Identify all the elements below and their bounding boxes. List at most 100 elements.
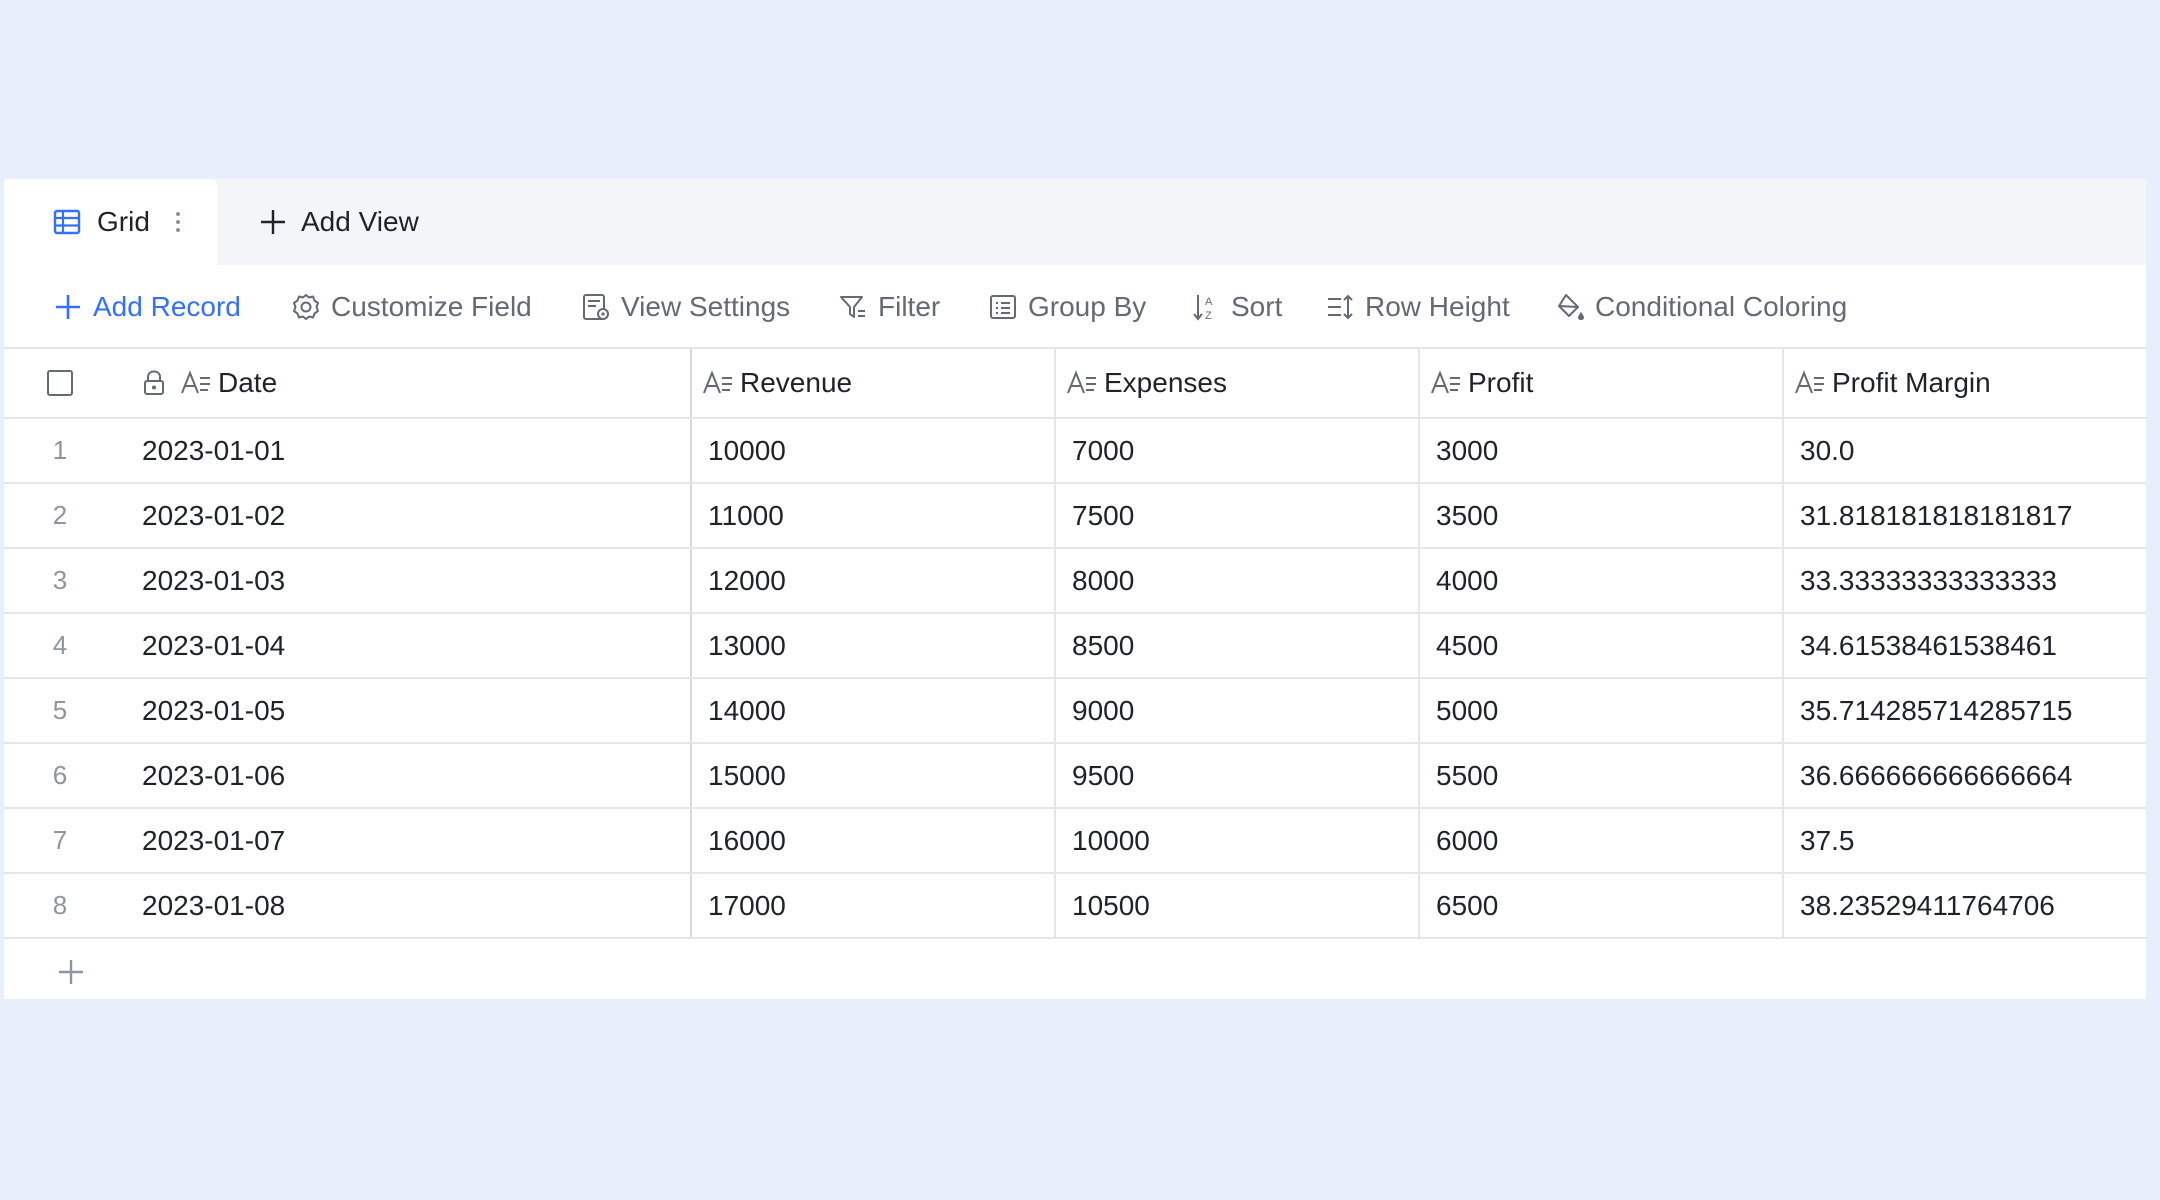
- profit-cell[interactable]: 6000: [1418, 809, 1782, 872]
- revenue-cell[interactable]: 14000: [690, 679, 1054, 742]
- table-row[interactable]: 6 2023-01-06 15000 9500 5500 36.66666666…: [4, 744, 2146, 809]
- profit-margin-cell[interactable]: 36.666666666666664: [1782, 744, 2146, 807]
- sort-button[interactable]: A Z Sort: [1191, 265, 1282, 349]
- column-header-label: Profit: [1468, 367, 1534, 398]
- column-header-label: Profit Margin: [1832, 367, 1991, 398]
- column-header-label: Date: [218, 367, 278, 398]
- sort-label: Sort: [1231, 291, 1283, 322]
- plus-icon: [261, 210, 285, 234]
- revenue-cell[interactable]: 13000: [690, 614, 1054, 677]
- profit-cell[interactable]: 6500: [1418, 874, 1782, 937]
- column-header-label: Expenses: [1104, 367, 1227, 398]
- column-header-label: Revenue: [740, 367, 853, 398]
- date-cell[interactable]: 2023-01-02: [134, 484, 690, 547]
- customize-field-button[interactable]: Customize Field: [291, 265, 532, 349]
- expenses-cell[interactable]: 10000: [1054, 809, 1418, 872]
- row-height-icon: [1328, 294, 1353, 320]
- add-row-area: [4, 939, 2146, 1003]
- table-row[interactable]: 8 2023-01-08 17000 10500 6500 38.2352941…: [4, 874, 2146, 939]
- table-row[interactable]: 7 2023-01-07 16000 10000 6000 37.5: [4, 809, 2146, 874]
- profit-cell[interactable]: 5000: [1418, 679, 1782, 742]
- profit-margin-cell[interactable]: 30.0: [1782, 419, 2146, 482]
- gear-icon: [293, 294, 319, 320]
- svg-text:Z: Z: [1205, 310, 1212, 322]
- table-row[interactable]: 1 2023-01-01 10000 7000 3000 30.0: [4, 419, 2146, 484]
- revenue-cell[interactable]: 11000: [690, 484, 1054, 547]
- expenses-cell[interactable]: 9500: [1054, 744, 1418, 807]
- table-row[interactable]: 2 2023-01-02 11000 7500 3500 31.81818181…: [4, 484, 2146, 549]
- filter-label: Filter: [878, 291, 941, 322]
- select-all-checkbox[interactable]: [47, 370, 73, 396]
- filter-button[interactable]: Filter: [838, 265, 940, 349]
- date-cell[interactable]: 2023-01-05: [134, 679, 690, 742]
- view-toolbar: Add Record Customize Field View Settings: [4, 265, 2146, 349]
- date-cell[interactable]: 2023-01-03: [134, 549, 690, 612]
- table-row[interactable]: 4 2023-01-04 13000 8500 4500 34.61538461…: [4, 614, 2146, 679]
- date-cell[interactable]: 2023-01-04: [134, 614, 690, 677]
- date-cell[interactable]: 2023-01-07: [134, 809, 690, 872]
- revenue-cell[interactable]: 17000: [690, 874, 1054, 937]
- profit-cell[interactable]: 3500: [1418, 484, 1782, 547]
- row-number-cell: 6: [4, 744, 134, 807]
- table-row[interactable]: 3 2023-01-03 12000 8000 4000 33.33333333…: [4, 549, 2146, 614]
- column-header-profit-margin[interactable]: Profit Margin: [1782, 349, 2146, 417]
- row-number-cell: 7: [4, 809, 134, 872]
- revenue-cell[interactable]: 12000: [690, 549, 1054, 612]
- revenue-cell[interactable]: 15000: [690, 744, 1054, 807]
- more-vertical-icon[interactable]: [172, 207, 184, 237]
- profit-margin-cell[interactable]: 34.61538461538461: [1782, 614, 2146, 677]
- column-header-expenses[interactable]: Expenses: [1054, 349, 1418, 417]
- row-height-button[interactable]: Row Height: [1325, 265, 1510, 349]
- conditional-coloring-label: Conditional Coloring: [1595, 291, 1848, 322]
- filter-icon: [840, 296, 865, 318]
- tab-grid[interactable]: Grid: [4, 179, 217, 265]
- profit-margin-cell[interactable]: 38.23529411764706: [1782, 874, 2146, 937]
- profit-cell[interactable]: 4500: [1418, 614, 1782, 677]
- profit-margin-cell[interactable]: 37.5: [1782, 809, 2146, 872]
- profit-margin-cell[interactable]: 33.33333333333333: [1782, 549, 2146, 612]
- grid-table-icon: [53, 209, 81, 235]
- revenue-cell[interactable]: 16000: [690, 809, 1054, 872]
- group-by-button[interactable]: Group By: [988, 265, 1146, 349]
- column-header-profit[interactable]: Profit: [1418, 349, 1782, 417]
- row-height-label: Row Height: [1365, 291, 1510, 322]
- text-field-icon: [1067, 370, 1096, 394]
- date-cell[interactable]: 2023-01-06: [134, 744, 690, 807]
- group-by-icon: [990, 295, 1016, 319]
- date-cell[interactable]: 2023-01-08: [134, 874, 690, 937]
- column-header-date[interactable]: Date: [134, 349, 690, 417]
- table-row[interactable]: 5 2023-01-05 14000 9000 5000 35.71428571…: [4, 679, 2146, 744]
- group-by-label: Group By: [1028, 291, 1147, 322]
- row-number-cell: 4: [4, 614, 134, 677]
- add-view-button[interactable]: Add View: [259, 179, 419, 265]
- profit-margin-cell[interactable]: 35.714285714285715: [1782, 679, 2146, 742]
- add-record-button[interactable]: Add Record: [53, 265, 241, 349]
- add-view-label: Add View: [301, 206, 419, 237]
- expenses-cell[interactable]: 9000: [1054, 679, 1418, 742]
- row-number: 2: [52, 500, 68, 530]
- customize-field-label: Customize Field: [331, 291, 532, 322]
- conditional-coloring-button[interactable]: Conditional Coloring: [1555, 265, 1847, 349]
- table-header-row: Date Revenue Expenses Profit Profit Marg…: [4, 349, 2146, 419]
- row-number: 5: [52, 695, 68, 725]
- row-number-cell: 2: [4, 484, 134, 547]
- view-settings-icon: [583, 294, 609, 320]
- expenses-cell[interactable]: 8500: [1054, 614, 1418, 677]
- text-field-icon: [703, 370, 732, 394]
- revenue-cell[interactable]: 10000: [690, 419, 1054, 482]
- view-settings-button[interactable]: View Settings: [581, 265, 790, 349]
- expenses-cell[interactable]: 7000: [1054, 419, 1418, 482]
- sort-icon: A Z: [1193, 295, 1213, 322]
- profit-margin-cell[interactable]: 31.818181818181817: [1782, 484, 2146, 547]
- add-row-plus-icon[interactable]: [56, 957, 86, 987]
- profit-cell[interactable]: 3000: [1418, 419, 1782, 482]
- expenses-cell[interactable]: 10500: [1054, 874, 1418, 937]
- profit-cell[interactable]: 4000: [1418, 549, 1782, 612]
- row-number-cell: 8: [4, 874, 134, 937]
- expenses-cell[interactable]: 7500: [1054, 484, 1418, 547]
- row-number-cell: 5: [4, 679, 134, 742]
- column-header-revenue[interactable]: Revenue: [690, 349, 1054, 417]
- profit-cell[interactable]: 5500: [1418, 744, 1782, 807]
- expenses-cell[interactable]: 8000: [1054, 549, 1418, 612]
- date-cell[interactable]: 2023-01-01: [134, 419, 690, 482]
